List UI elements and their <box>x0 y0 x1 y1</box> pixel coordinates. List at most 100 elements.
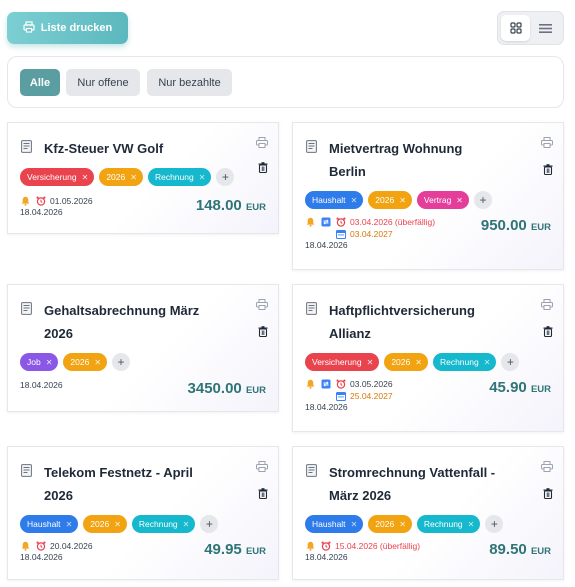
view-toggle <box>497 11 564 45</box>
alarm-clock-icon <box>335 379 346 390</box>
tag-chip[interactable]: Rechnung ✕ <box>147 168 212 186</box>
add-tag-button[interactable]: + <box>112 353 131 371</box>
remove-tag-icon[interactable]: ✕ <box>130 173 137 182</box>
printer-icon[interactable] <box>541 297 553 315</box>
document-icon <box>306 137 319 183</box>
tag-chip[interactable]: 2026 ✕ <box>384 353 428 371</box>
tag-chip[interactable]: Rechnung ✕ <box>131 515 196 533</box>
trash-icon[interactable] <box>258 160 268 178</box>
tag-chip[interactable]: Vertrag ✕ <box>416 191 469 209</box>
tag-chip[interactable]: Rechnung ✕ <box>416 515 481 533</box>
tag-chip[interactable]: 2026 ✕ <box>63 353 108 371</box>
remove-tag-icon[interactable]: ✕ <box>46 358 53 367</box>
printer-icon <box>23 20 35 36</box>
trash-icon[interactable] <box>543 486 553 504</box>
tag-chip[interactable]: 2026 ✕ <box>99 168 143 186</box>
tag-chip[interactable]: 2026 ✕ <box>83 515 127 533</box>
card-title: Mietvertrag Wohnung Berlin <box>306 137 462 183</box>
filter-paid-button[interactable]: Nur bezahlte <box>147 69 232 96</box>
list-view-button[interactable] <box>531 15 560 41</box>
remove-tag-icon[interactable]: ✕ <box>183 520 190 529</box>
tag-chip[interactable]: Haushalt ✕ <box>305 515 364 533</box>
card-title-text: Stromrechnung Vattenfall - März 2026 <box>329 465 496 503</box>
document-card[interactable]: Gehaltsabrechnung März 2026 Job ✕ 2026 ✕ +… <box>7 284 279 412</box>
print-list-button[interactable]: Liste drucken <box>7 12 128 44</box>
add-tag-button[interactable]: + <box>485 515 504 533</box>
bell-icon <box>305 541 316 552</box>
repeat-icon <box>320 379 331 390</box>
tag-chip[interactable]: Rechnung ✕ <box>432 353 497 371</box>
card-meta: 18.04.2026 <box>20 380 63 390</box>
document-card[interactable]: Telekom Festnetz - April 2026 Haushalt ✕ … <box>7 446 279 580</box>
trash-icon[interactable] <box>543 324 553 342</box>
remove-tag-icon[interactable]: ✕ <box>468 520 475 529</box>
alarm-clock-icon <box>320 541 331 552</box>
app-root: Liste drucken Alle Nur offene Nur bezahl… <box>0 0 575 587</box>
card-title-text: Kfz-Steuer VW Golf <box>44 141 164 156</box>
printer-icon[interactable] <box>541 135 553 153</box>
tag-chip[interactable]: Versicherung ✕ <box>305 353 380 371</box>
remove-tag-icon[interactable]: ✕ <box>367 358 374 367</box>
remove-tag-icon[interactable]: ✕ <box>94 358 101 367</box>
filter-open-button[interactable]: Nur offene <box>66 69 140 96</box>
card-amount: 148.00 EUR <box>195 197 266 214</box>
add-tag-button[interactable]: + <box>501 353 520 371</box>
card-meta: 01.05.2026 18.04.2026 <box>20 196 93 217</box>
tag-chip[interactable]: Haushalt ✕ <box>20 515 79 533</box>
add-tag-button[interactable]: + <box>216 168 235 186</box>
card-amount: 3450.00 EUR <box>187 380 266 397</box>
add-tag-button[interactable]: + <box>200 515 219 533</box>
printer-icon[interactable] <box>256 459 268 477</box>
grid-view-button[interactable] <box>501 15 531 41</box>
card-title: Gehaltsabrechnung März 2026 <box>21 299 199 345</box>
tag-chip[interactable]: Haushalt ✕ <box>305 191 364 209</box>
document-card[interactable]: Haftpflichtversicherung Allianz Versiche… <box>292 284 564 432</box>
card-title: Telekom Festnetz - April 2026 <box>21 461 193 507</box>
remove-tag-icon[interactable]: ✕ <box>415 358 422 367</box>
print-list-label: Liste drucken <box>40 22 113 34</box>
card-meta: 20.04.2026 18.04.2026 <box>20 541 93 562</box>
remove-tag-icon[interactable]: ✕ <box>351 520 358 529</box>
tag-chip[interactable]: 2026 ✕ <box>368 515 412 533</box>
remove-tag-icon[interactable]: ✕ <box>456 196 463 205</box>
document-card[interactable]: Stromrechnung Vattenfall - März 2026 Hau… <box>292 446 564 580</box>
trash-icon[interactable] <box>258 324 268 342</box>
printer-icon[interactable] <box>256 297 268 315</box>
alarm-clock-icon <box>335 217 346 228</box>
alarm-clock-icon <box>35 541 46 552</box>
remove-tag-icon[interactable]: ✕ <box>199 173 206 182</box>
trash-icon[interactable] <box>543 162 553 180</box>
tag-list: Haushalt ✕ 2026 ✕ Rechnung ✕ + <box>20 515 219 533</box>
tag-chip[interactable]: 2026 ✕ <box>368 191 412 209</box>
filter-all-button[interactable]: Alle <box>20 69 60 96</box>
tag-chip[interactable]: Versicherung ✕ <box>20 168 95 186</box>
remove-tag-icon[interactable]: ✕ <box>82 173 89 182</box>
printer-icon[interactable] <box>541 459 553 477</box>
bell-icon <box>20 541 31 552</box>
tag-chip[interactable]: Job ✕ <box>20 353 59 371</box>
calendar-icon <box>335 391 346 402</box>
remove-tag-icon[interactable]: ✕ <box>399 520 406 529</box>
card-meta: 03.05.2026 25.04.2027 18.04.2026 <box>305 379 393 412</box>
remove-tag-icon[interactable]: ✕ <box>66 520 73 529</box>
tag-list: Job ✕ 2026 ✕ + <box>20 353 131 371</box>
card-amount: 950.00 EUR <box>480 217 551 234</box>
printer-icon[interactable] <box>256 135 268 153</box>
card-meta: 15.04.2026 (überfällig) 18.04.2026 <box>305 541 421 562</box>
card-title-text: Gehaltsabrechnung März 2026 <box>44 303 200 341</box>
remove-tag-icon[interactable]: ✕ <box>399 196 406 205</box>
list-icon <box>538 23 552 33</box>
remove-tag-icon[interactable]: ✕ <box>114 520 121 529</box>
repeat-icon <box>320 217 331 228</box>
document-card[interactable]: Kfz-Steuer VW Golf Versicherung ✕ 2026 ✕ R… <box>7 122 279 234</box>
card-amount: 45.90 EUR <box>489 379 551 396</box>
grid-icon <box>510 22 522 34</box>
remove-tag-icon[interactable]: ✕ <box>351 196 358 205</box>
bell-icon <box>305 217 316 228</box>
add-tag-button[interactable]: + <box>474 191 492 209</box>
bell-icon <box>305 379 316 390</box>
trash-icon[interactable] <box>258 486 268 504</box>
document-card[interactable]: Mietvertrag Wohnung Berlin Haushalt ✕ 202… <box>292 122 564 270</box>
remove-tag-icon[interactable]: ✕ <box>484 358 491 367</box>
card-title: Stromrechnung Vattenfall - März 2026 <box>306 461 495 507</box>
